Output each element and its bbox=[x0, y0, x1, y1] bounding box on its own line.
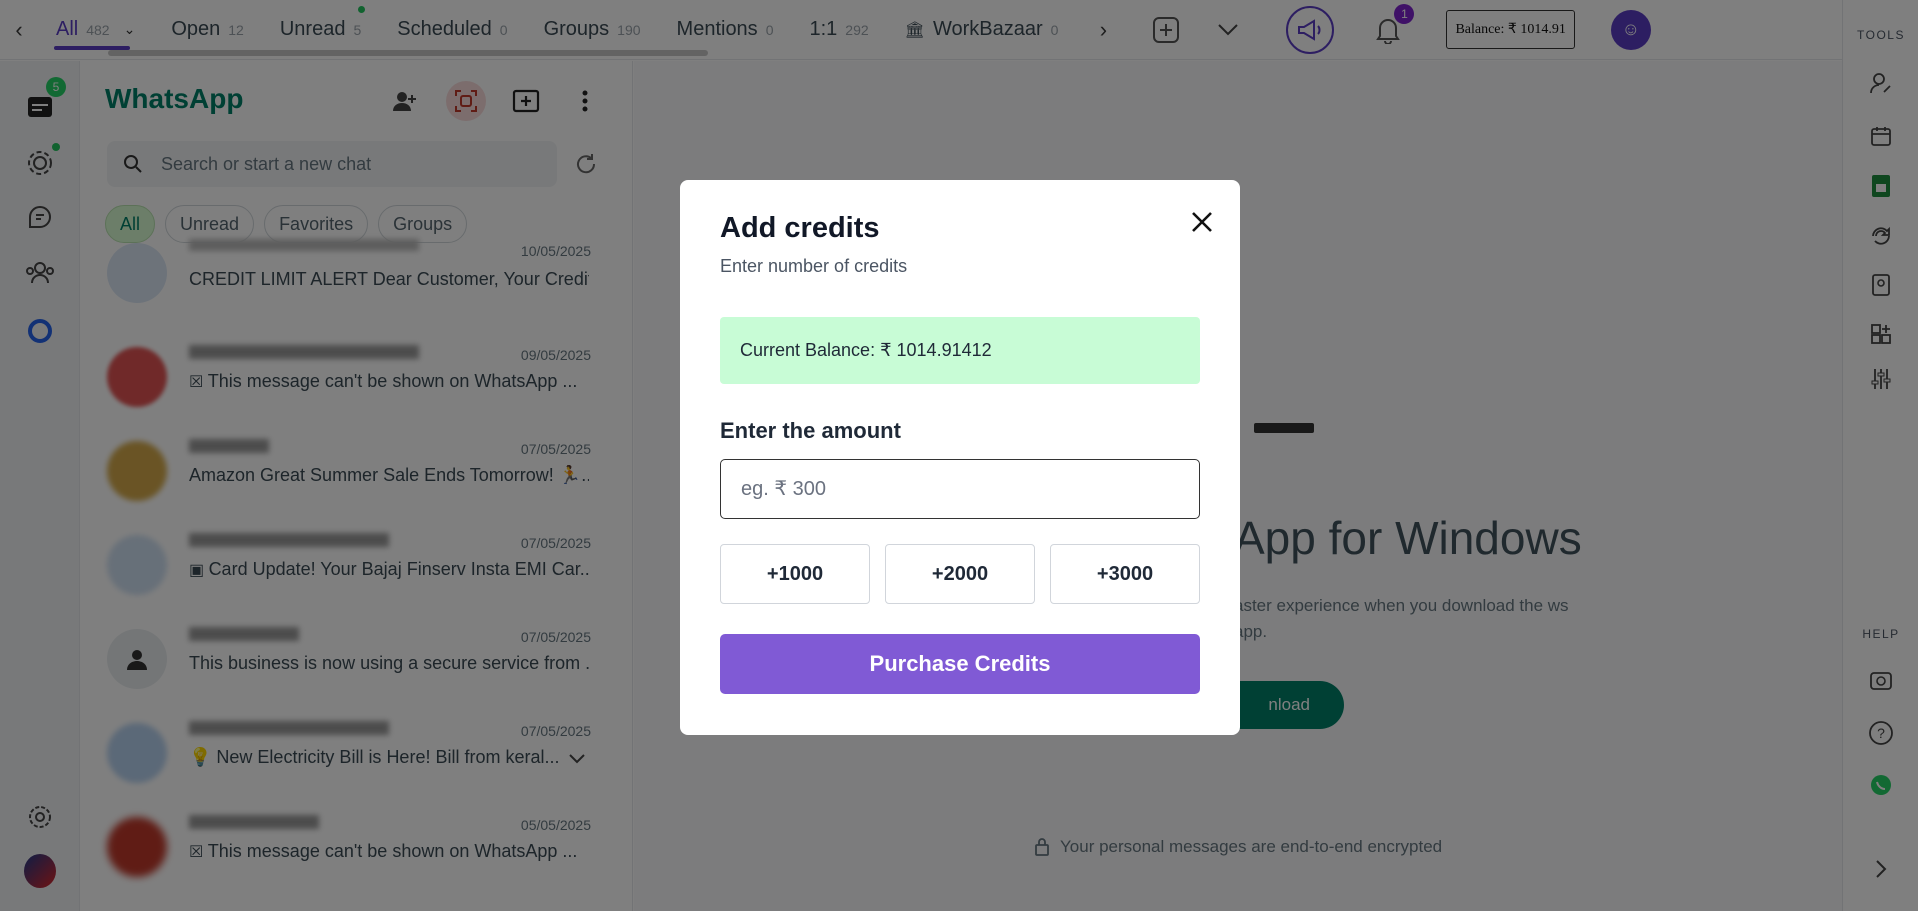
purchase-credits-button[interactable]: Purchase Credits bbox=[720, 634, 1200, 694]
add-3000-button[interactable]: +3000 bbox=[1050, 544, 1200, 604]
amount-label: Enter the amount bbox=[720, 418, 901, 443]
app-root: ‹ All 482 ⌄ Open 12 Unread 5 Scheduled 0… bbox=[0, 0, 1918, 911]
add-credits-dialog: Add credits Enter number of credits Curr… bbox=[680, 180, 1240, 735]
dialog-title: Add credits bbox=[720, 212, 880, 244]
add-1000-button[interactable]: +1000 bbox=[720, 544, 870, 604]
amount-input[interactable] bbox=[720, 459, 1200, 519]
current-balance: Current Balance: ₹ 1014.91412 bbox=[720, 317, 1200, 384]
close-icon[interactable] bbox=[1184, 204, 1220, 240]
dialog-subtitle: Enter number of credits bbox=[720, 256, 908, 276]
add-2000-button[interactable]: +2000 bbox=[885, 544, 1035, 604]
